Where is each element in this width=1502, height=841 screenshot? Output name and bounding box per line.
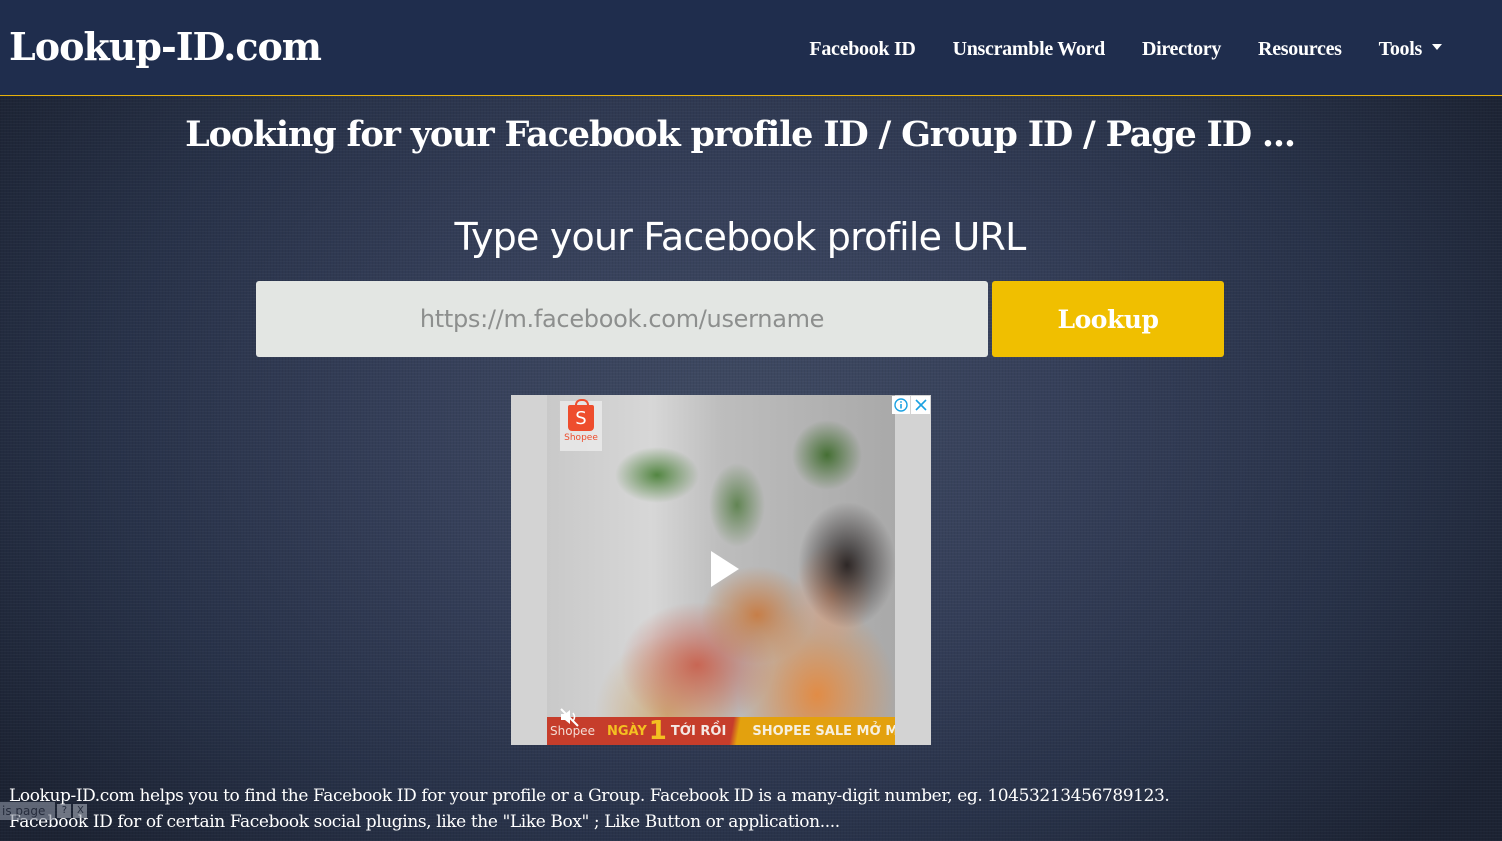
brand-logo-link[interactable]: Lookup-ID.com (9, 24, 322, 69)
shopee-bag-icon: S (568, 399, 594, 431)
lookup-button[interactable]: Lookup (992, 281, 1224, 357)
shopee-logo: S Shopee (560, 399, 602, 451)
play-icon[interactable] (711, 551, 739, 587)
info-icon (894, 398, 908, 412)
description-line-2: Facebook ID for of certain Facebook soci… (9, 812, 840, 832)
description-line-1: Lookup-ID.com helps you to find the Face… (9, 786, 1170, 806)
nav-item-facebook-id[interactable]: Facebook ID (809, 38, 915, 61)
banner-toi-roi: TỚI RỒI (670, 723, 727, 739)
search-prompt: Type your Facebook profile URL (454, 215, 1026, 259)
nav-item-resources[interactable]: Resources (1258, 38, 1342, 61)
feedback-label[interactable]: is page (0, 802, 56, 820)
caret-down-icon (1432, 43, 1442, 50)
nav-label: Resources (1258, 37, 1342, 60)
banner-sale: SHOPEE SALE MỞ M (752, 723, 895, 739)
banner-number: 1 (648, 717, 667, 745)
nav-label: Facebook ID (809, 37, 916, 60)
ad-close-button[interactable] (911, 396, 930, 414)
nav-label: Tools (1378, 37, 1423, 60)
video-ad[interactable]: S Shopee Shopee NGÀY 1 TỚI RỒI SHOPEE SA… (511, 395, 931, 745)
nav-item-tools-dropdown[interactable]: Tools (1379, 38, 1442, 61)
page-headline: Looking for your Facebook profile ID / G… (185, 114, 1296, 155)
nav-label: Unscramble Word (952, 37, 1106, 60)
close-icon (914, 399, 927, 411)
nav-item-directory[interactable]: Directory (1142, 38, 1221, 61)
muted-speaker-icon[interactable] (559, 707, 581, 727)
site-description: Lookup-ID.com helps you to find the Face… (9, 783, 1309, 835)
facebook-url-input[interactable] (256, 281, 988, 357)
help-icon[interactable]: ? (57, 804, 72, 818)
ad-video-frame[interactable]: S Shopee Shopee NGÀY 1 TỚI RỒI SHOPEE SA… (547, 395, 895, 745)
ad-banner: Shopee NGÀY 1 TỚI RỒI SHOPEE SALE MỞ M (547, 717, 895, 745)
ad-info-button[interactable] (892, 396, 910, 414)
banner-ngay: NGÀY (606, 723, 647, 739)
shopee-logo-text: Shopee (564, 433, 598, 443)
close-icon[interactable]: X (73, 804, 88, 818)
nav-item-unscramble-word[interactable]: Unscramble Word (952, 37, 1106, 61)
top-navbar: Lookup-ID.com Facebook ID Unscramble Wor… (0, 0, 1502, 96)
nav-label: Directory (1141, 37, 1222, 60)
feedback-widget[interactable]: is page ? X (0, 802, 88, 820)
main-nav: Facebook ID Unscramble Word Directory Re… (809, 36, 1502, 62)
